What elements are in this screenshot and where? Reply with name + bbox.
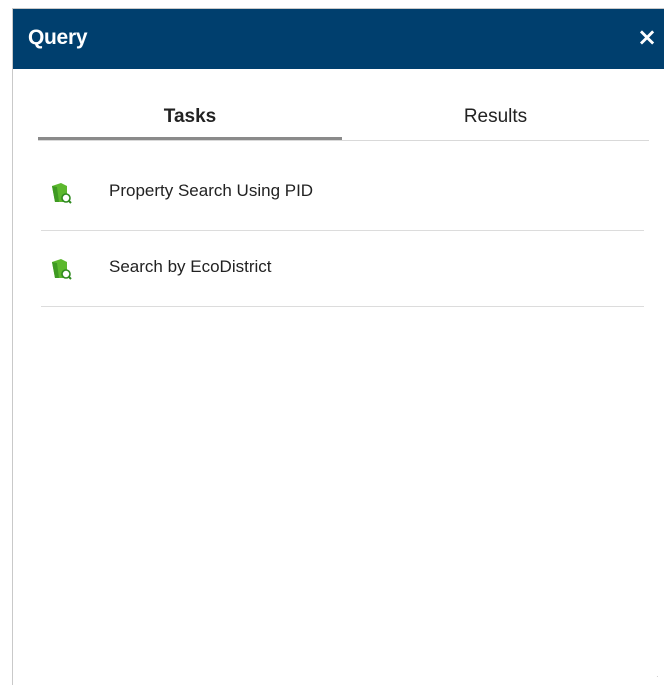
panel-title: Query xyxy=(28,26,88,49)
query-task-icon xyxy=(52,183,72,204)
panel-header: Query × xyxy=(13,9,664,69)
task-item-property-search[interactable]: Property Search Using PID xyxy=(41,155,644,231)
resize-grip-icon[interactable]: · xyxy=(656,673,660,681)
tab-results[interactable]: Results xyxy=(342,96,649,138)
tab-tasks[interactable]: Tasks xyxy=(38,96,342,140)
task-list: Property Search Using PID Search by EcoD… xyxy=(41,155,644,307)
task-label: Search by EcoDistrict xyxy=(109,257,272,276)
close-button[interactable]: × xyxy=(636,24,658,50)
query-panel: Query × Tasks Results Property Search Us… xyxy=(12,8,664,685)
query-task-icon xyxy=(52,259,72,280)
task-item-search-ecodistrict[interactable]: Search by EcoDistrict xyxy=(41,231,644,307)
tab-bar: Tasks Results xyxy=(38,96,649,141)
task-label: Property Search Using PID xyxy=(109,181,314,200)
